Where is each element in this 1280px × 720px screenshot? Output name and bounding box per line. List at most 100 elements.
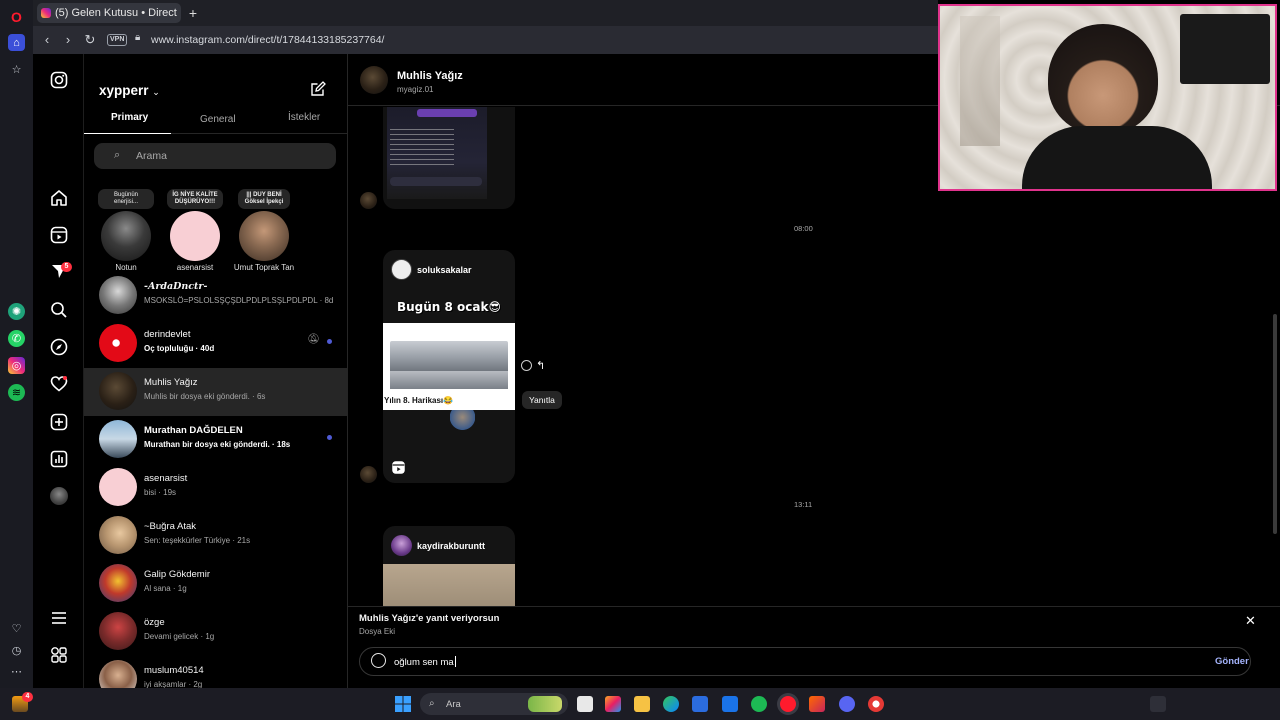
spotify-icon[interactable] <box>751 696 767 712</box>
search-icon[interactable] <box>50 301 68 319</box>
shared-reel[interactable]: kaydirakburuntt <box>383 526 515 606</box>
task-view-icon[interactable] <box>577 696 593 712</box>
store-icon[interactable] <box>692 696 708 712</box>
conversation-row[interactable]: muslum40514 iyi akşamlar · 2g <box>84 656 347 688</box>
conversation-preview: Muhlis bir dosya eki gönderdi. · 6s <box>144 392 266 401</box>
react-emoji-icon[interactable] <box>521 360 532 371</box>
reply-context-title: Muhlis Yağız'e yanıt veriyorsun <box>359 613 500 624</box>
send-button[interactable]: Gönder <box>1215 656 1249 667</box>
post-author[interactable]: kaydirakburuntt <box>417 541 485 551</box>
conversation-row[interactable]: -ArdaDnctr- MSOKSLÖ=PSLOLSŞÇŞDLPDLPLSŞLP… <box>84 272 347 320</box>
note-item[interactable]: Bugünün enerjisi... Notun <box>92 189 160 272</box>
note-item[interactable]: İG NİYE KALİTE DÜŞÜRÜYO!!! asenarsist <box>161 189 229 272</box>
explore-icon[interactable] <box>50 338 68 356</box>
spotify-icon[interactable]: ≋ <box>8 384 25 401</box>
discord-icon[interactable] <box>839 696 855 712</box>
search-input[interactable]: ⌕ Arama <box>94 143 336 169</box>
shared-reel[interactable]: soluksakalar Bugün 8 ocak😎 Yılın 8. Hari… <box>383 250 515 483</box>
url-field[interactable]: www.instagram.com/direct/t/1784413318523… <box>151 34 384 46</box>
chat-scrollbar[interactable] <box>1273 314 1277 534</box>
back-icon[interactable]: ‹ <box>39 32 55 48</box>
conversation-row[interactable]: Galip Gökdemir Al sana · 1g <box>84 560 347 608</box>
note-item[interactable]: ||| DUY BENİ Göksel İpekçi Umut Toprak T… <box>230 189 298 272</box>
conversation-row[interactable]: Murathan DAĞDELEN Murathan bir dosya eki… <box>84 416 347 464</box>
reply-context-subtitle: Dosya Eki <box>359 627 396 636</box>
conversation-preview: Sen: teşekkürler Türkiye · 21s <box>144 536 251 545</box>
conversation-row[interactable]: ~Buğra Atak Sen: teşekkürler Türkiye · 2… <box>84 512 347 560</box>
new-tab-button[interactable]: + <box>185 5 201 21</box>
reply-tooltip: Yanıtla <box>522 391 562 409</box>
close-reply-icon[interactable]: ✕ <box>1245 613 1256 629</box>
reload-icon[interactable]: ↻ <box>82 32 98 48</box>
chat-username: myagiz.01 <box>397 85 434 94</box>
conversation-row[interactable]: özge Devami gelicek · 1g <box>84 608 347 656</box>
note-bubble: ||| DUY BENİ Göksel İpekçi <box>238 189 290 209</box>
whatsapp-icon[interactable]: ✆ <box>8 330 25 347</box>
chatgpt-icon[interactable]: ✺ <box>8 303 25 320</box>
tab-primary[interactable]: Primary <box>111 112 148 123</box>
browser-sidebar: O ⌂ ☆ ✺ ✆ ◎ ≋ ♡ ◷ ⋯ <box>0 0 33 688</box>
conversation-preview: iyi akşamlar · 2g <box>144 680 203 688</box>
emoji-picker-icon[interactable] <box>371 653 386 668</box>
avatar <box>101 211 151 261</box>
profile-avatar[interactable] <box>50 487 68 505</box>
lock-icon[interactable]: 🔒︎ <box>135 32 140 43</box>
chevron-down-icon: ⌄ <box>152 87 160 97</box>
post-thumbnail <box>387 107 487 199</box>
windows-start-icon[interactable] <box>395 696 411 712</box>
home-icon[interactable] <box>50 189 68 207</box>
tab-requests[interactable]: İstekler <box>288 112 320 123</box>
message-input[interactable]: oğlum sen ma <box>394 656 456 668</box>
muted-bell-icon: 🔕︎ <box>307 334 320 345</box>
more-apps-icon[interactable] <box>50 646 68 664</box>
vpn-badge[interactable]: VPN <box>107 34 128 46</box>
note-bubble: Bugünün enerjisi... <box>98 189 154 209</box>
reel-headline: Bugün 8 ocak😎 <box>396 300 501 314</box>
conversation-preview: MSOKSLÖ=PSLOLSŞÇŞDLPDLPLSŞLPDLPDL · 8d <box>144 296 334 305</box>
conversation-row[interactable]: asenarsist bisi · 19s <box>84 464 347 512</box>
conversation-row[interactable]: Muhlis Yağız Muhlis bir dosya eki gönder… <box>84 368 347 416</box>
instagram-icon[interactable]: ◎ <box>8 357 25 374</box>
tv-screen <box>1180 14 1270 84</box>
home-icon[interactable]: ⌂ <box>8 34 25 51</box>
browser-tab[interactable]: (5) Gelen Kutusu • Direct <box>37 3 181 23</box>
edge-icon[interactable] <box>663 696 679 712</box>
app-icon[interactable] <box>809 696 825 712</box>
avatar[interactable] <box>360 66 388 94</box>
instagram-nav-rail: 5 <box>33 54 84 688</box>
heart-icon[interactable]: ♡ <box>8 620 25 637</box>
taskbar-search[interactable]: ⌕ Ara <box>420 693 568 715</box>
reels-icon <box>392 461 405 474</box>
clock-icon[interactable]: ◷ <box>8 642 25 659</box>
account-name: xypperr <box>99 83 149 98</box>
shared-post[interactable] <box>383 107 515 209</box>
app-icon[interactable] <box>605 696 621 712</box>
tray-icon[interactable] <box>1150 696 1166 712</box>
file-explorer-icon[interactable] <box>634 696 650 712</box>
steam-icon[interactable] <box>868 696 884 712</box>
notifications-icon[interactable] <box>50 375 68 393</box>
opera-logo-icon[interactable]: O <box>8 8 25 25</box>
forward-icon[interactable]: › <box>60 32 76 48</box>
dashboard-icon[interactable] <box>50 450 68 468</box>
mail-icon[interactable] <box>722 696 738 712</box>
opera-icon[interactable] <box>780 696 796 712</box>
person-head <box>1048 24 1158 134</box>
message-composer[interactable]: oğlum sen ma Gönder <box>359 647 1251 676</box>
post-author[interactable]: soluksakalar <box>417 265 472 275</box>
conversation-name: -ArdaDnctr- <box>144 281 208 292</box>
new-message-icon[interactable] <box>310 81 326 97</box>
menu-icon[interactable] <box>50 609 68 627</box>
address-bar: ‹ › ↻ VPN 🔒︎ www.instagram.com/direct/t/… <box>33 26 938 54</box>
star-icon[interactable]: ☆ <box>8 61 25 78</box>
avatar <box>99 612 137 650</box>
account-switcher[interactable]: xypperr ⌄ <box>99 83 160 98</box>
reply-arrow-icon[interactable]: ↰ <box>536 359 545 372</box>
more-icon[interactable]: ⋯ <box>8 663 25 680</box>
instagram-logo-icon[interactable] <box>50 71 68 89</box>
conversation-row[interactable]: derindevlet Oç topluluğu · 40d 🔕︎ <box>84 320 347 368</box>
create-icon[interactable] <box>50 413 68 431</box>
reels-icon[interactable] <box>50 226 68 244</box>
chat-title[interactable]: Muhlis Yağız <box>397 70 463 82</box>
tab-general[interactable]: General <box>200 114 236 125</box>
